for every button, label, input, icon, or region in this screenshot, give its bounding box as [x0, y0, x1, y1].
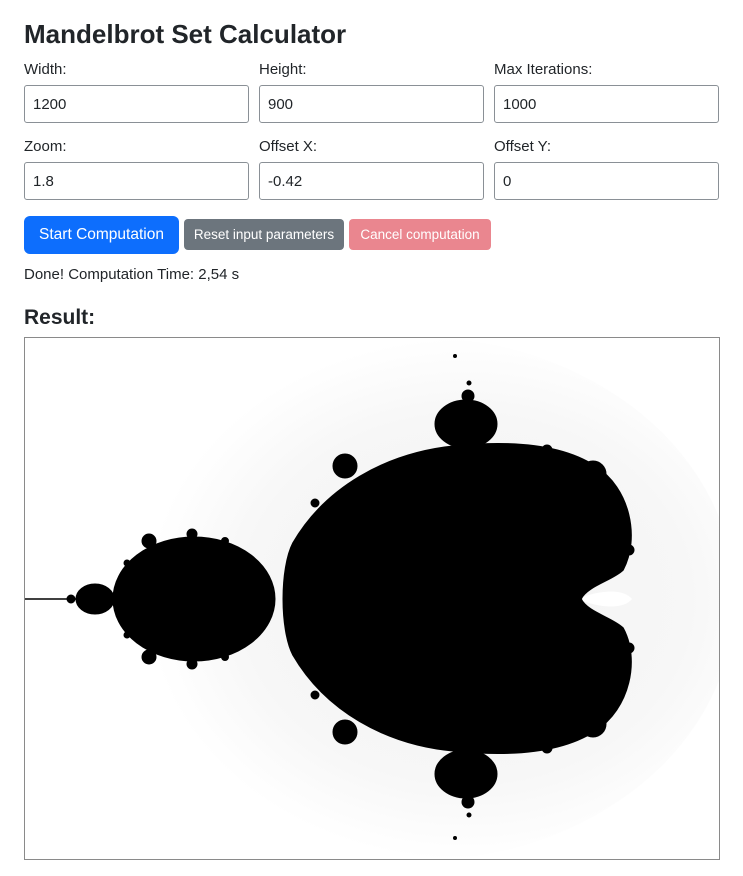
page-title: Mandelbrot Set Calculator	[24, 19, 347, 49]
offset-x-input[interactable]	[259, 162, 484, 200]
result-heading: Result:	[24, 306, 96, 329]
max-iterations-label: Max Iterations:	[494, 61, 593, 78]
max-iterations-input[interactable]	[494, 85, 719, 123]
zoom-label: Zoom:	[24, 138, 67, 155]
reset-parameters-button[interactable]: Reset input parameters	[184, 219, 344, 250]
cancel-computation-button: Cancel computation	[349, 219, 491, 250]
width-input[interactable]	[24, 85, 249, 123]
result-canvas	[24, 337, 720, 860]
status-message: Done! Computation Time: 2,54 s	[24, 266, 240, 283]
offset-y-input[interactable]	[494, 162, 719, 200]
height-label: Height:	[259, 61, 307, 78]
offset-x-label: Offset X:	[259, 138, 318, 155]
start-computation-button[interactable]: Start Computation	[24, 216, 179, 254]
offset-y-label: Offset Y:	[494, 138, 551, 155]
height-input[interactable]	[259, 85, 484, 123]
width-label: Width:	[24, 61, 67, 78]
zoom-input[interactable]	[24, 162, 249, 200]
mandelbrot-image	[25, 338, 719, 859]
